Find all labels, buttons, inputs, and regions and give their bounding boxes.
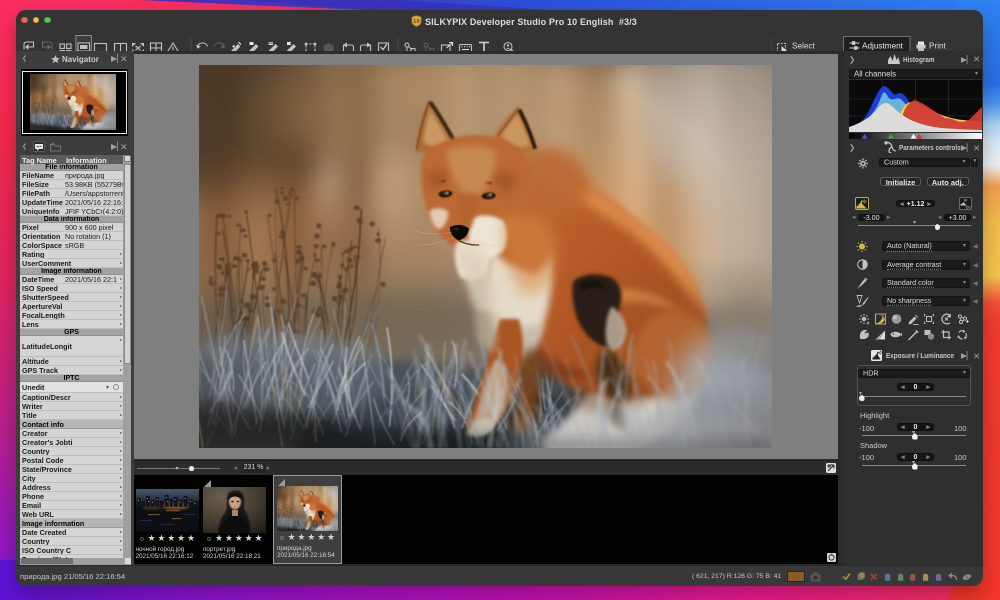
- svg-text:bc: bc: [966, 204, 971, 209]
- svg-text:10: 10: [413, 19, 419, 25]
- svg-text:Select: Select: [792, 42, 815, 51]
- svg-text:Print: Print: [929, 42, 947, 51]
- svg-text:Adjustment: Adjustment: [862, 42, 904, 51]
